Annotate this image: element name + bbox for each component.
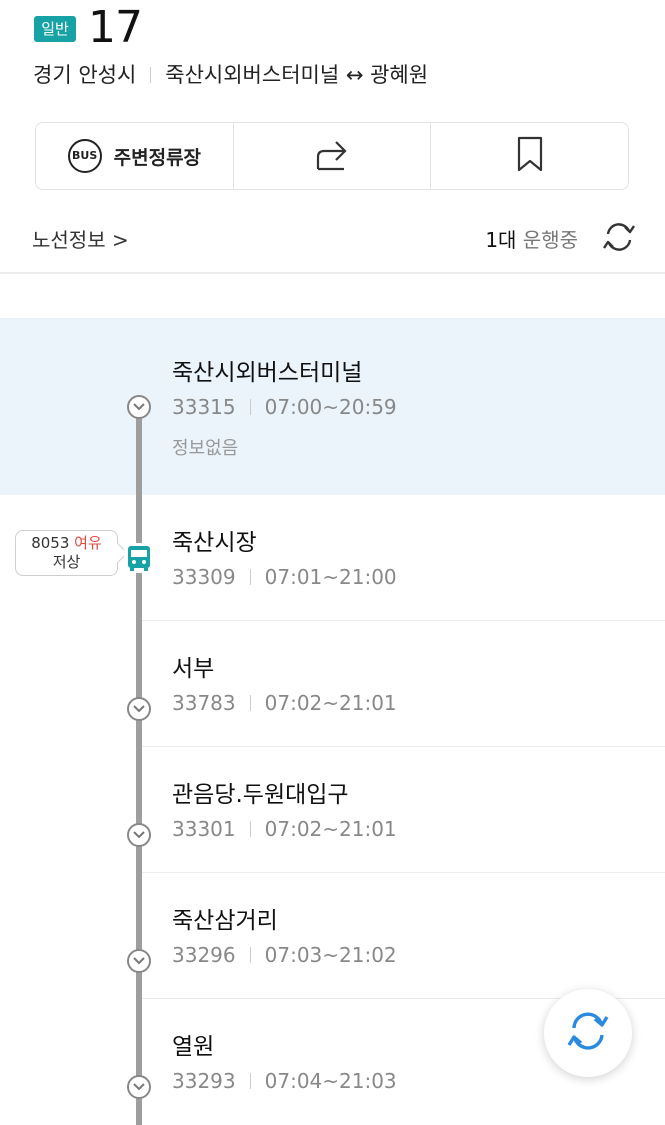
bus-plate: 8053 [31, 534, 70, 552]
bus-seat-status: 여유 [74, 534, 102, 552]
route-line [136, 873, 142, 999]
route-line [136, 747, 142, 873]
route-subtitle: 경기 안성시 죽산시외버스터미널 ↔ 광혜원 [33, 62, 428, 88]
nearby-stops-button[interactable]: BUS 주변정류장 [36, 123, 234, 189]
bus-tag[interactable]: 8053 여유 저상 [15, 530, 118, 576]
stop-name: 서부 [172, 656, 215, 682]
bookmark-button[interactable] [431, 123, 628, 189]
stop-item[interactable]: 서부 33783 07:02~21:01 [0, 621, 665, 747]
share-button[interactable] [234, 123, 432, 189]
stop-name: 열원 [172, 1034, 215, 1060]
route-header: 일반 17 경기 안성시 죽산시외버스터미널 ↔ 광혜원 BUS 주변정류장 노… [0, 0, 665, 272]
stop-item[interactable]: 죽산삼거리 33296 07:03~21:02 [0, 873, 665, 999]
stop-id: 33296 [172, 943, 236, 967]
stop-id: 33309 [172, 565, 236, 589]
route-type-badge: 일반 [34, 16, 76, 42]
route-line [136, 406, 142, 495]
header-divider [0, 272, 665, 274]
separator [249, 1073, 251, 1089]
running-count: 1대 [485, 228, 517, 252]
action-bar: BUS 주변정류장 [35, 122, 629, 190]
bus-icon: BUS [67, 139, 102, 173]
route-region: 경기 안성시 [33, 63, 137, 87]
separator [249, 821, 251, 837]
stop-id: 33315 [172, 395, 236, 419]
stop-meta: 33315 07:00~20:59 [172, 395, 397, 419]
stop-id: 33293 [172, 1069, 236, 1093]
separator [249, 399, 251, 415]
stop-meta: 33783 07:02~21:01 [172, 691, 397, 715]
route-number: 17 [88, 2, 143, 53]
bus-position-icon [124, 543, 154, 573]
stop-arrival-info: 정보없음 [172, 438, 239, 459]
stop-meta: 33309 07:01~21:00 [172, 565, 397, 589]
route-info-link[interactable]: 노선정보 > [32, 224, 129, 253]
chevron-down-icon [127, 823, 151, 847]
info-row: 노선정보 > 1대 운행중 [32, 220, 638, 254]
stop-name: 죽산삼거리 [172, 908, 278, 934]
nearby-stops-label: 주변정류장 [113, 146, 202, 169]
stop-item[interactable]: 관음당.두원대입구 33301 07:02~21:01 [0, 747, 665, 873]
stop-meta: 33296 07:03~21:02 [172, 943, 397, 967]
separator [249, 947, 251, 963]
stop-item[interactable]: 8053 여유 저상 죽산시장 33309 07:01~21:00 [0, 495, 665, 621]
separator [150, 67, 152, 83]
stop-meta: 33301 07:02~21:01 [172, 817, 397, 841]
bus-floor-type: 저상 [52, 553, 81, 571]
separator [249, 569, 251, 585]
chevron-down-icon [127, 395, 151, 419]
stop-hours: 07:01~21:00 [264, 565, 397, 589]
chevron-down-icon [127, 949, 151, 973]
stop-hours: 07:02~21:01 [264, 817, 397, 841]
stop-hours: 07:04~21:03 [264, 1069, 397, 1093]
route-line [136, 999, 142, 1125]
chevron-down-icon [127, 1075, 151, 1099]
stop-hours: 07:02~21:01 [264, 691, 397, 715]
stop-name: 죽산시외버스터미널 [172, 360, 363, 386]
stop-item[interactable]: 죽산시외버스터미널 33315 07:00~20:59 정보없음 [0, 318, 665, 495]
stop-name: 관음당.두원대입구 [172, 782, 349, 808]
running-status: 1대 운행중 [485, 224, 578, 253]
stop-id: 33783 [172, 691, 236, 715]
share-icon [314, 137, 350, 175]
chevron-down-icon [127, 697, 151, 721]
refresh-icon [564, 1009, 612, 1057]
stop-name: 죽산시장 [172, 530, 257, 556]
stop-id: 33301 [172, 817, 236, 841]
stop-meta: 33293 07:04~21:03 [172, 1069, 397, 1093]
stop-hours: 07:03~21:02 [264, 943, 397, 967]
route-line [136, 621, 142, 747]
refresh-icon[interactable] [600, 220, 638, 258]
stop-hours: 07:00~20:59 [264, 395, 397, 419]
route-span: 죽산시외버스터미널 ↔ 광혜원 [165, 63, 429, 87]
bookmark-icon [515, 136, 545, 176]
separator [249, 695, 251, 711]
refresh-fab-button[interactable] [544, 989, 632, 1077]
running-label: 운행중 [516, 228, 578, 252]
